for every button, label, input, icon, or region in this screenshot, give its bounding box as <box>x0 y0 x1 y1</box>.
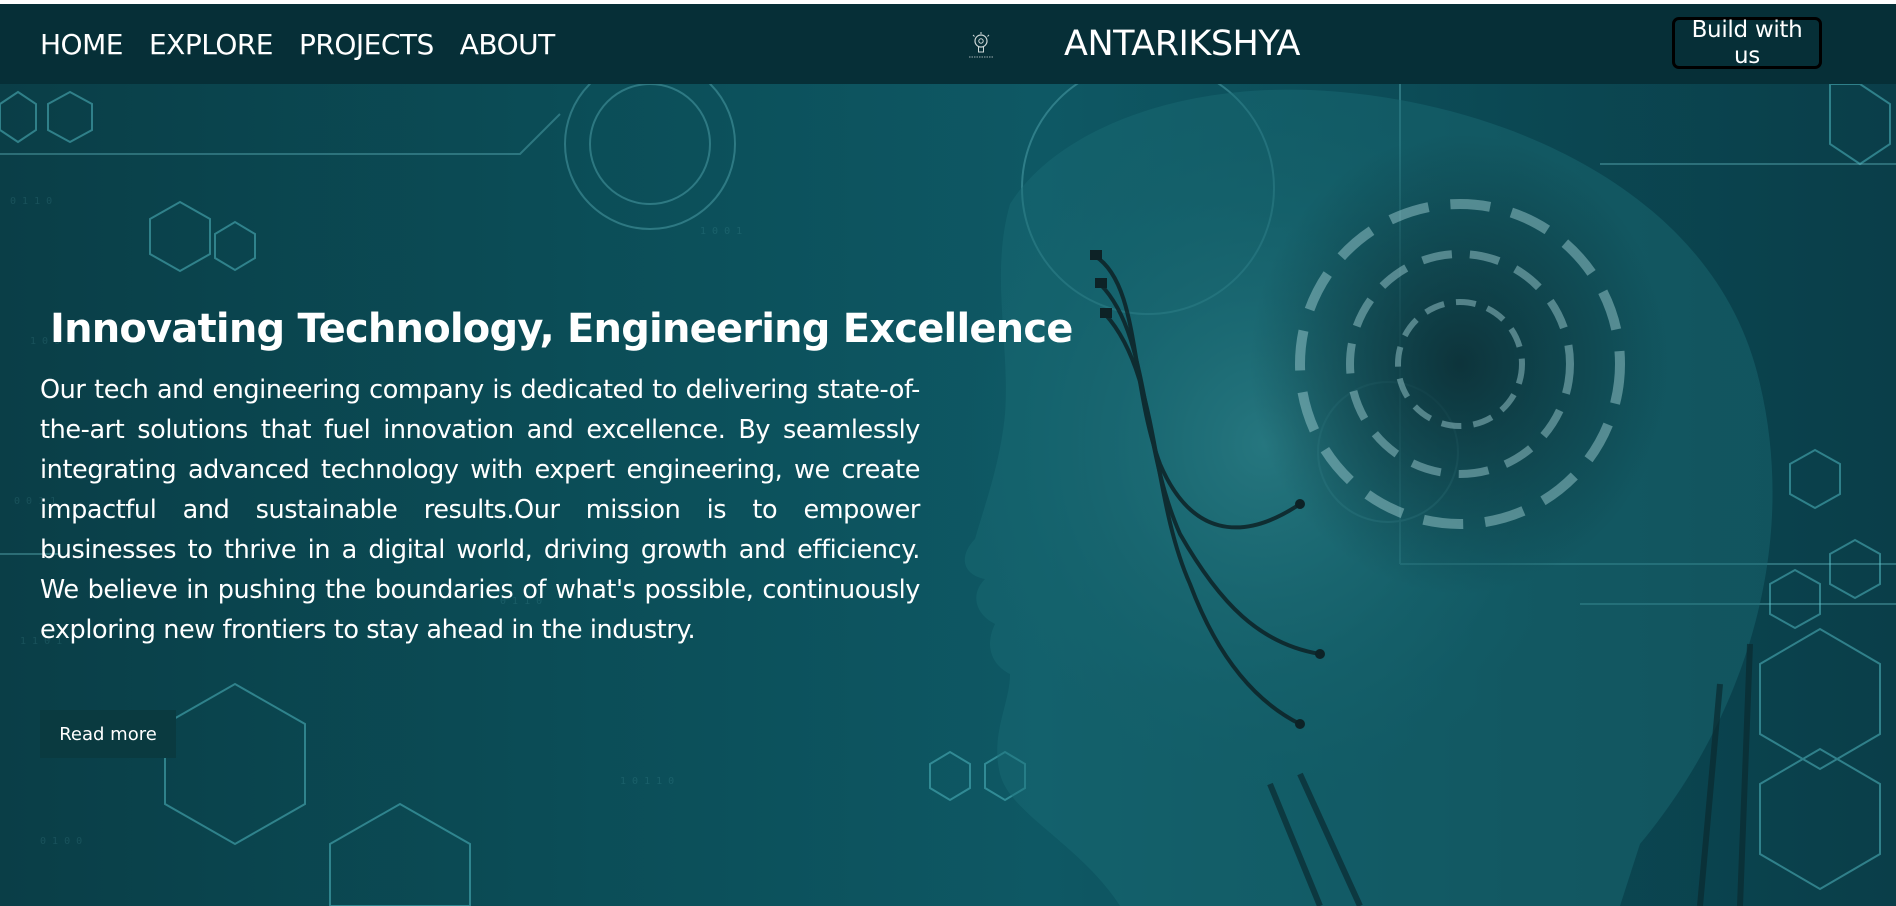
nav-link-explore[interactable]: EXPLORE <box>149 28 274 61</box>
build-with-us-button[interactable]: Build with us <box>1672 17 1822 69</box>
nav-link-about[interactable]: ABOUT <box>460 28 556 61</box>
svg-text:0 1 0 0: 0 1 0 0 <box>40 836 82 847</box>
svg-text:1 0 1 1 0: 1 0 1 1 0 <box>620 776 674 787</box>
svg-text:1 0 0 1: 1 0 0 1 <box>700 226 742 237</box>
hero-title: Innovating Technology, Engineering Excel… <box>50 306 1073 352</box>
hero-section: 0 1 1 0 1 0 0 1 0 0 1 1 1 1 0 1 0 1 0 0 … <box>0 84 1896 906</box>
nav-link-projects[interactable]: PROJECTS <box>299 28 434 61</box>
hero-description: Our tech and engineering company is dedi… <box>40 375 920 645</box>
brand-name[interactable]: ANTARIKSHYA <box>1064 4 1300 84</box>
lightbulb-logo-icon[interactable] <box>966 30 996 62</box>
nav-links: HOME EXPLORE PROJECTS ABOUT <box>40 4 555 84</box>
navbar: HOME EXPLORE PROJECTS ABOUT ANTARIKSHYA … <box>0 4 1896 84</box>
page: HOME EXPLORE PROJECTS ABOUT ANTARIKSHYA … <box>0 0 1896 906</box>
nav-link-home[interactable]: HOME <box>40 28 123 61</box>
svg-text:0 1 1 0: 0 1 1 0 <box>10 196 52 207</box>
read-more-button[interactable]: Read more <box>40 710 176 758</box>
